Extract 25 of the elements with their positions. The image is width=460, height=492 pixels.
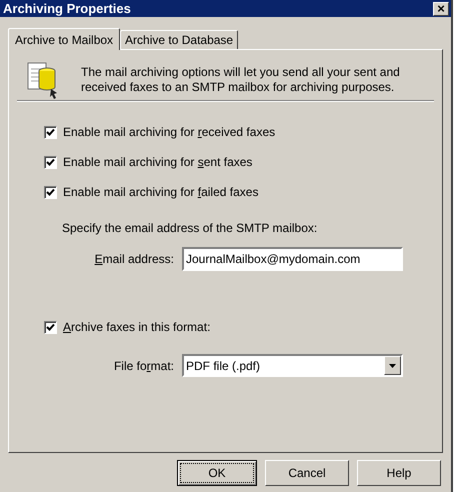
file-format-label: File format: bbox=[112, 358, 175, 374]
check-icon bbox=[46, 322, 55, 332]
email-label: Email address: bbox=[94, 251, 175, 268]
close-button[interactable]: × bbox=[433, 2, 449, 16]
checkbox-label[interactable]: Archive faxes in this format: bbox=[63, 318, 210, 336]
description-text: The mail archiving options will let you send all your sent and received faxes to an SMTP mailbox for archiving purposes. bbox=[81, 65, 401, 95]
checkbox[interactable] bbox=[44, 156, 57, 168]
checkbox-label[interactable]: Enable mail archiving for received faxes bbox=[63, 123, 276, 141]
tab[interactable]: Archive to Database bbox=[120, 30, 238, 49]
tab[interactable]: Archive to Mailbox bbox=[8, 28, 120, 50]
email-field[interactable]: JournalMailbox@mydomain.com bbox=[182, 247, 403, 271]
dialog-button[interactable]: OK bbox=[177, 460, 257, 486]
check-icon bbox=[46, 158, 55, 166]
dialog-button[interactable]: Cancel bbox=[265, 460, 349, 486]
checkbox[interactable] bbox=[44, 320, 57, 334]
check-icon bbox=[46, 128, 55, 136]
dialog-button[interactable]: Help bbox=[357, 460, 441, 486]
checkbox-label[interactable]: Enable mail archiving for sent faxes bbox=[63, 153, 252, 171]
checkbox[interactable] bbox=[44, 186, 57, 198]
file-format-dropdown[interactable]: PDF file (.pdf) bbox=[182, 354, 403, 377]
window-title: Archiving Properties bbox=[3, 0, 131, 18]
check-icon bbox=[46, 188, 55, 196]
mailbox-hint: Specify the email address of the SMTP mailbox: bbox=[61, 220, 318, 237]
checkbox-label[interactable]: Enable mail archiving for failed faxes bbox=[63, 183, 258, 201]
checkbox[interactable] bbox=[44, 126, 57, 138]
